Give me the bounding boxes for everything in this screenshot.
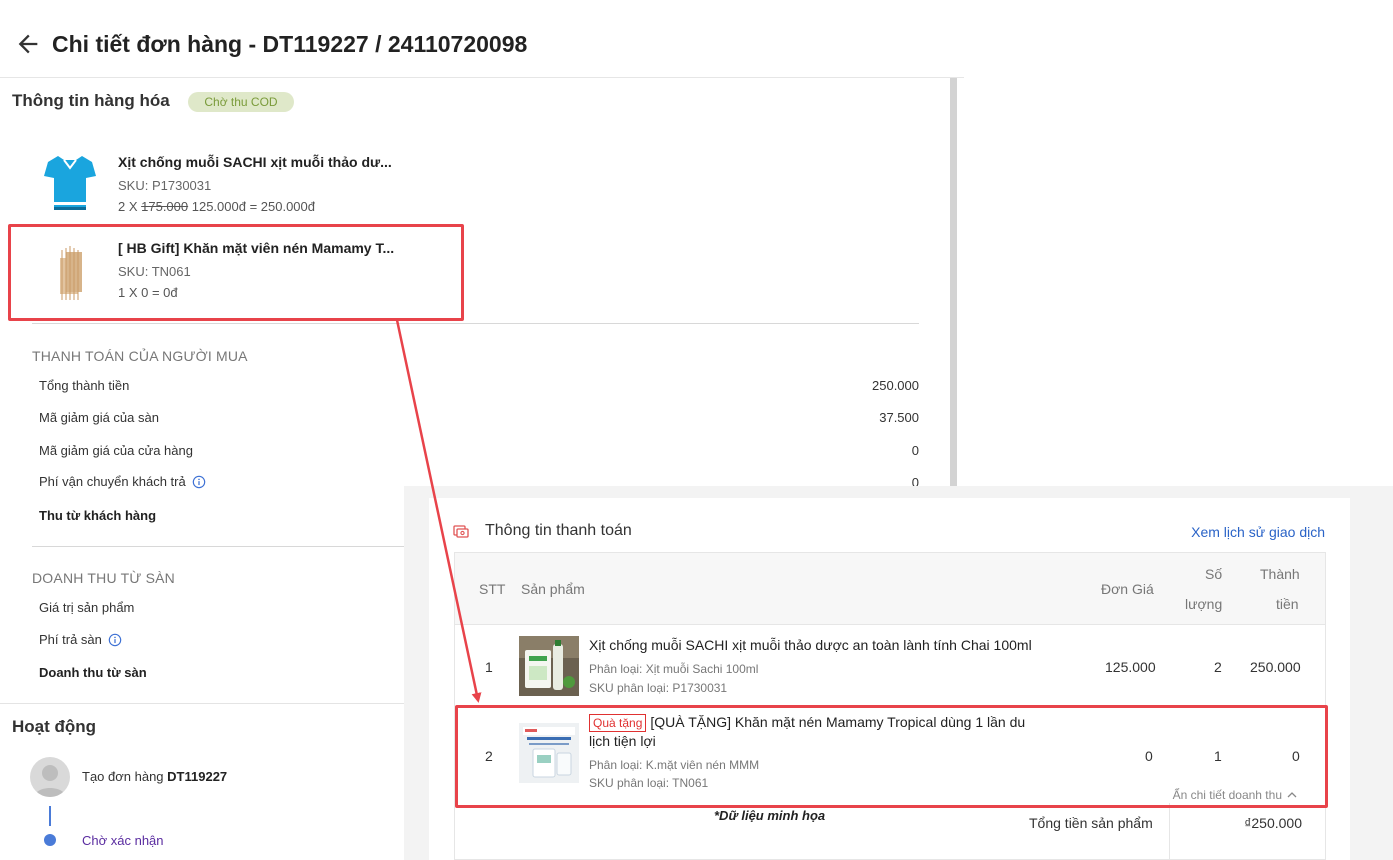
buyer-payment-title: THANH TOÁN CỦA NGƯỜI MUA [32, 348, 248, 364]
col-total-line1: Thành [1260, 566, 1300, 582]
screenshot-stage: Chi tiết đơn hàng - DT119227 / 241107200… [0, 0, 1393, 860]
gift-tag: Quà tặng [589, 714, 647, 732]
scrollbar[interactable] [950, 78, 957, 488]
label-collect-from-customer: Thu từ khách hàng [39, 508, 157, 523]
back-arrow-icon[interactable] [14, 30, 42, 58]
product-total-label: Tổng tiền sản phẩm [1029, 815, 1153, 831]
product-item[interactable]: Xịt chống muỗi SACHI xịt muỗi thảo dư...… [40, 146, 460, 226]
label-shipping-fee: Phí vận chuyển khách trả [39, 474, 206, 489]
product-thumbnail [519, 723, 579, 783]
row-qty: 1 [1214, 748, 1222, 764]
page-title: Chi tiết đơn hàng - DT119227 / 241107200… [52, 31, 528, 57]
activity-created: Tạo đơn hàng DT119227 [82, 769, 227, 784]
table-header: STT Sản phẩm Đơn Giá Số lượng Thành tiền [455, 553, 1325, 625]
product-price-line: 1 X 0 = 0đ [118, 285, 178, 300]
row-unit-price: 0 [1145, 748, 1153, 764]
payment-table: STT Sản phẩm Đơn Giá Số lượng Thành tiền… [454, 552, 1326, 860]
table-row[interactable]: 1 Xịt chống muỗi SACHI xịt muỗi thảo dượ… [455, 626, 1325, 706]
row-qty: 2 [1214, 659, 1222, 675]
info-icon[interactable] [108, 633, 122, 647]
illustrative-note: *Dữ liệu minh họa [714, 808, 826, 823]
tshirt-icon [44, 156, 96, 210]
col-stt: STT [479, 581, 506, 597]
product-name: [ HB Gift] Khăn mặt viên nén Mamamy T... [118, 240, 395, 256]
avatar [30, 757, 70, 797]
divider [32, 323, 919, 324]
row-sku: SKU phân loại: TN061 [589, 776, 709, 790]
collapse-revenue-text: Ẩn chi tiết doanh thu [1172, 788, 1282, 802]
value-shop-discount: 0 [911, 443, 919, 458]
shipping-fee-text: Phí vận chuyển khách trả [39, 474, 186, 489]
row-unit-price: 125.000 [1105, 659, 1156, 675]
divider [1169, 803, 1170, 860]
col-qty-line2: lượng [1185, 596, 1223, 612]
col-total-line2: tiền [1276, 596, 1299, 612]
table-row[interactable]: 2 Quà tặng [QUÀ TẶNG] Khăn mặt nén Mamamy… [455, 707, 1325, 799]
divider [0, 703, 410, 704]
product-item[interactable]: [ HB Gift] Khăn mặt viên nén Mamamy T...… [40, 232, 460, 312]
label-total: Tổng thành tiền [39, 378, 130, 393]
goods-heading: Thông tin hàng hóa [12, 91, 170, 110]
payment-info-panel: Thông tin thanh toán Xem lịch sử giao dị… [404, 486, 1393, 860]
towel-icon [60, 246, 82, 300]
activity-order-id: DT119227 [167, 769, 228, 784]
product-thumbnail [519, 636, 579, 696]
row-total: 250.000 [1250, 659, 1301, 675]
payment-icon [453, 525, 469, 538]
product-name: Xịt chống muỗi SACHI xịt muỗi thảo dư... [118, 154, 392, 170]
label-product-value: Giá trị sản phẩm [39, 600, 135, 615]
price-suffix: 125.000đ = 250.000đ [188, 199, 315, 214]
row-product-name: Quà tặng [QUÀ TẶNG] Khăn mặt nén Mamamy T… [589, 713, 1039, 750]
label-platform-revenue: Doanh thu từ sàn [39, 665, 147, 680]
qty-prefix: 2 X [118, 199, 142, 214]
activity-created-text: Tạo đơn hàng [82, 769, 168, 784]
value-total: 250.000 [872, 378, 919, 393]
transaction-history-link[interactable]: Xem lịch sử giao dịch [1191, 524, 1325, 540]
page-header: Chi tiết đơn hàng - DT119227 / 241107200… [0, 0, 964, 78]
payment-info-title: Thông tin thanh toán [485, 522, 632, 539]
col-qty-line1: Số [1205, 566, 1223, 582]
row-product-name: Xịt chống muỗi SACHI xịt muỗi thảo dược … [589, 637, 1032, 653]
divider [32, 546, 412, 547]
old-price: 175.000 [141, 199, 189, 214]
product-sku: SKU: TN061 [118, 264, 191, 279]
platform-fee-text: Phí trả sàn [39, 632, 102, 647]
product-sku: SKU: P1730031 [118, 178, 212, 193]
row-sku: SKU phân loại: P1730031 [589, 681, 728, 695]
info-icon[interactable] [192, 475, 206, 489]
activity-title: Hoạt động [12, 717, 97, 736]
row-variant: Phân loại: K.mặt viên nén MMM [589, 758, 760, 772]
row-stt: 2 [485, 748, 493, 764]
col-unit-price: Đơn Giá [1101, 581, 1154, 597]
col-product: Sản phẩm [521, 581, 585, 597]
label-platform-discount: Mã giảm giá của sàn [39, 410, 159, 425]
payment-card: Thông tin thanh toán Xem lịch sử giao dị… [429, 498, 1350, 860]
value-platform-discount: 37.500 [879, 410, 919, 425]
gift-product-name: [QUÀ TẶNG] Khăn mặt nén Mamamy Tropical … [589, 714, 1026, 749]
label-shop-discount: Mã giảm giá của cửa hàng [39, 443, 193, 458]
collapse-revenue-link[interactable]: Ẩn chi tiết doanh thu [1173, 788, 1298, 802]
row-total: 0 [1292, 748, 1300, 764]
activity-status: Chờ xác nhận [82, 833, 164, 848]
status-badge: Chờ thu COD [188, 92, 294, 112]
label-platform-fee: Phí trả sàn [39, 632, 122, 647]
product-total-value: ₫250.000 [1244, 815, 1302, 831]
row-variant: Phân loại: Xịt muỗi Sachi 100ml [589, 662, 759, 676]
user-icon [34, 765, 66, 797]
row-stt: 1 [485, 659, 493, 675]
chevron-up-icon [1287, 792, 1297, 798]
timeline-line [49, 806, 51, 826]
product-price-line: 2 X 175.000 125.000đ = 250.000đ [118, 199, 315, 214]
timeline-dot [44, 834, 56, 846]
platform-revenue-title: DOANH THU TỪ SÀN [32, 570, 175, 586]
